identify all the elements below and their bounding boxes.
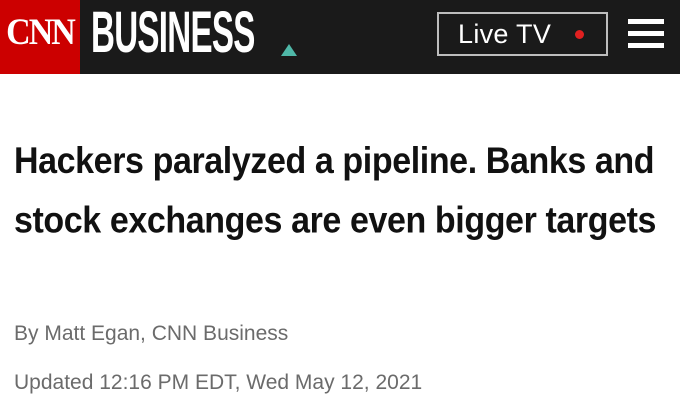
business-triangle-icon [281, 44, 297, 56]
menu-bar-top [628, 19, 664, 24]
menu-bar-bottom [628, 43, 664, 48]
hamburger-menu-icon[interactable] [628, 19, 664, 49]
section-title-business[interactable]: BUSINESS [91, 2, 255, 61]
menu-bar-middle [628, 31, 664, 36]
site-header: CNN BUSINESS Live TV [0, 0, 680, 74]
cnn-logo-text: CNN [6, 12, 76, 53]
article-byline: By Matt Egan, CNN Business [14, 322, 289, 345]
live-indicator-dot-icon [575, 30, 584, 39]
article-headline: Hackers paralyzed a pipeline. Banks and … [14, 140, 657, 242]
live-tv-button[interactable]: Live TV [437, 12, 608, 56]
cnn-logo[interactable]: CNN [0, 0, 80, 74]
live-tv-label: Live TV [458, 18, 552, 49]
article-updated-timestamp: Updated 12:16 PM EDT, Wed May 12, 2021 [14, 371, 423, 394]
